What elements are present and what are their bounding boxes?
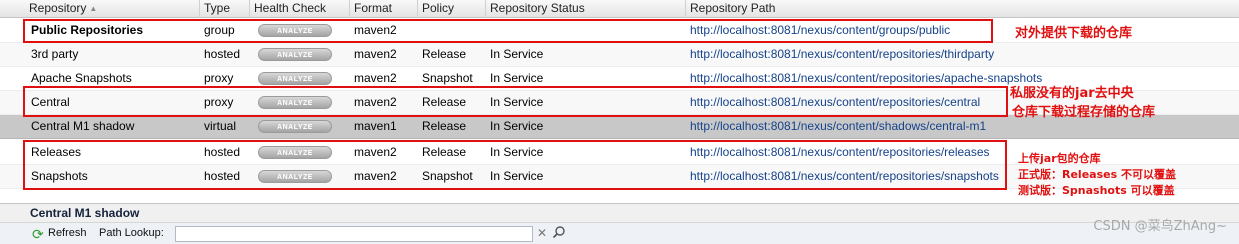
health-check-cell: ANALYZE (250, 115, 350, 138)
repo-policy: Release (422, 119, 467, 133)
column-header-repository[interactable]: Repository ▲ (25, 0, 200, 18)
column-header-label: Repository (29, 1, 87, 15)
refresh-icon[interactable]: ⟳ (32, 227, 46, 241)
repo-type: virtual (204, 119, 237, 133)
proxy-annotation-box (23, 86, 1008, 117)
repo-path-link[interactable]: http://localhost:8081/nexus/content/repo… (686, 43, 1239, 66)
search-icon[interactable] (552, 225, 566, 239)
group-annotation-box (23, 19, 993, 43)
repo-type: hosted (204, 47, 241, 61)
repo-format: maven1 (354, 119, 397, 133)
grid-header: Repository ▲ Type Health Check Format Pol… (0, 0, 1239, 18)
table-row[interactable]: 3rd party hosted ANALYZE maven2 Release … (0, 43, 1239, 67)
analyze-button[interactable]: ANALYZE (258, 120, 332, 133)
health-check-cell: ANALYZE (250, 43, 350, 66)
watermark: CSDN @菜鸟ZhAng~ (1093, 219, 1227, 234)
repo-policy: Release (422, 47, 467, 61)
repo-status: In Service (490, 47, 544, 61)
hosted-note-line2: 正式版：Releases 不可以覆盖 (1018, 168, 1176, 181)
group-note: 对外提供下载的仓库 (1015, 26, 1133, 41)
hosted-annotation-box (23, 140, 1007, 190)
path-lookup-input[interactable] (175, 226, 533, 242)
hosted-note-line1: 上传jar包的仓库 (1018, 152, 1101, 165)
repo-format: maven2 (354, 47, 397, 61)
column-header-policy[interactable]: Policy (418, 0, 486, 18)
repo-name: Central M1 shadow (31, 119, 135, 133)
repo-status: In Service (490, 119, 544, 133)
analyze-button[interactable]: ANALYZE (258, 48, 332, 61)
detail-toolbar: ⟳ Refresh Path Lookup: ✕ (0, 223, 1239, 244)
path-lookup-label: Path Lookup: (99, 227, 164, 239)
detail-panel-title: Central M1 shadow (0, 203, 1239, 223)
sort-ascending-icon: ▲ (89, 4, 98, 13)
column-header-health-check[interactable]: Health Check (250, 0, 350, 18)
analyze-button[interactable]: ANALYZE (258, 72, 332, 85)
clear-icon[interactable]: ✕ (537, 226, 547, 240)
proxy-note-line1: 私服没有的jar去中央 (1010, 86, 1134, 101)
repo-path-link[interactable]: http://localhost:8081/nexus/content/shad… (686, 115, 1239, 138)
hosted-note-line3: 测试版：Spnashots 可以覆盖 (1018, 184, 1175, 197)
repo-name: 3rd party (31, 47, 79, 61)
column-header-type[interactable]: Type (200, 0, 250, 18)
column-header-format[interactable]: Format (350, 0, 418, 18)
refresh-button[interactable]: Refresh (48, 227, 87, 239)
column-header-repository-path[interactable]: Repository Path (686, 0, 1239, 18)
column-header-repository-status[interactable]: Repository Status (486, 0, 686, 18)
proxy-note-line2: 仓库下载过程存储的仓库 (1012, 105, 1156, 120)
